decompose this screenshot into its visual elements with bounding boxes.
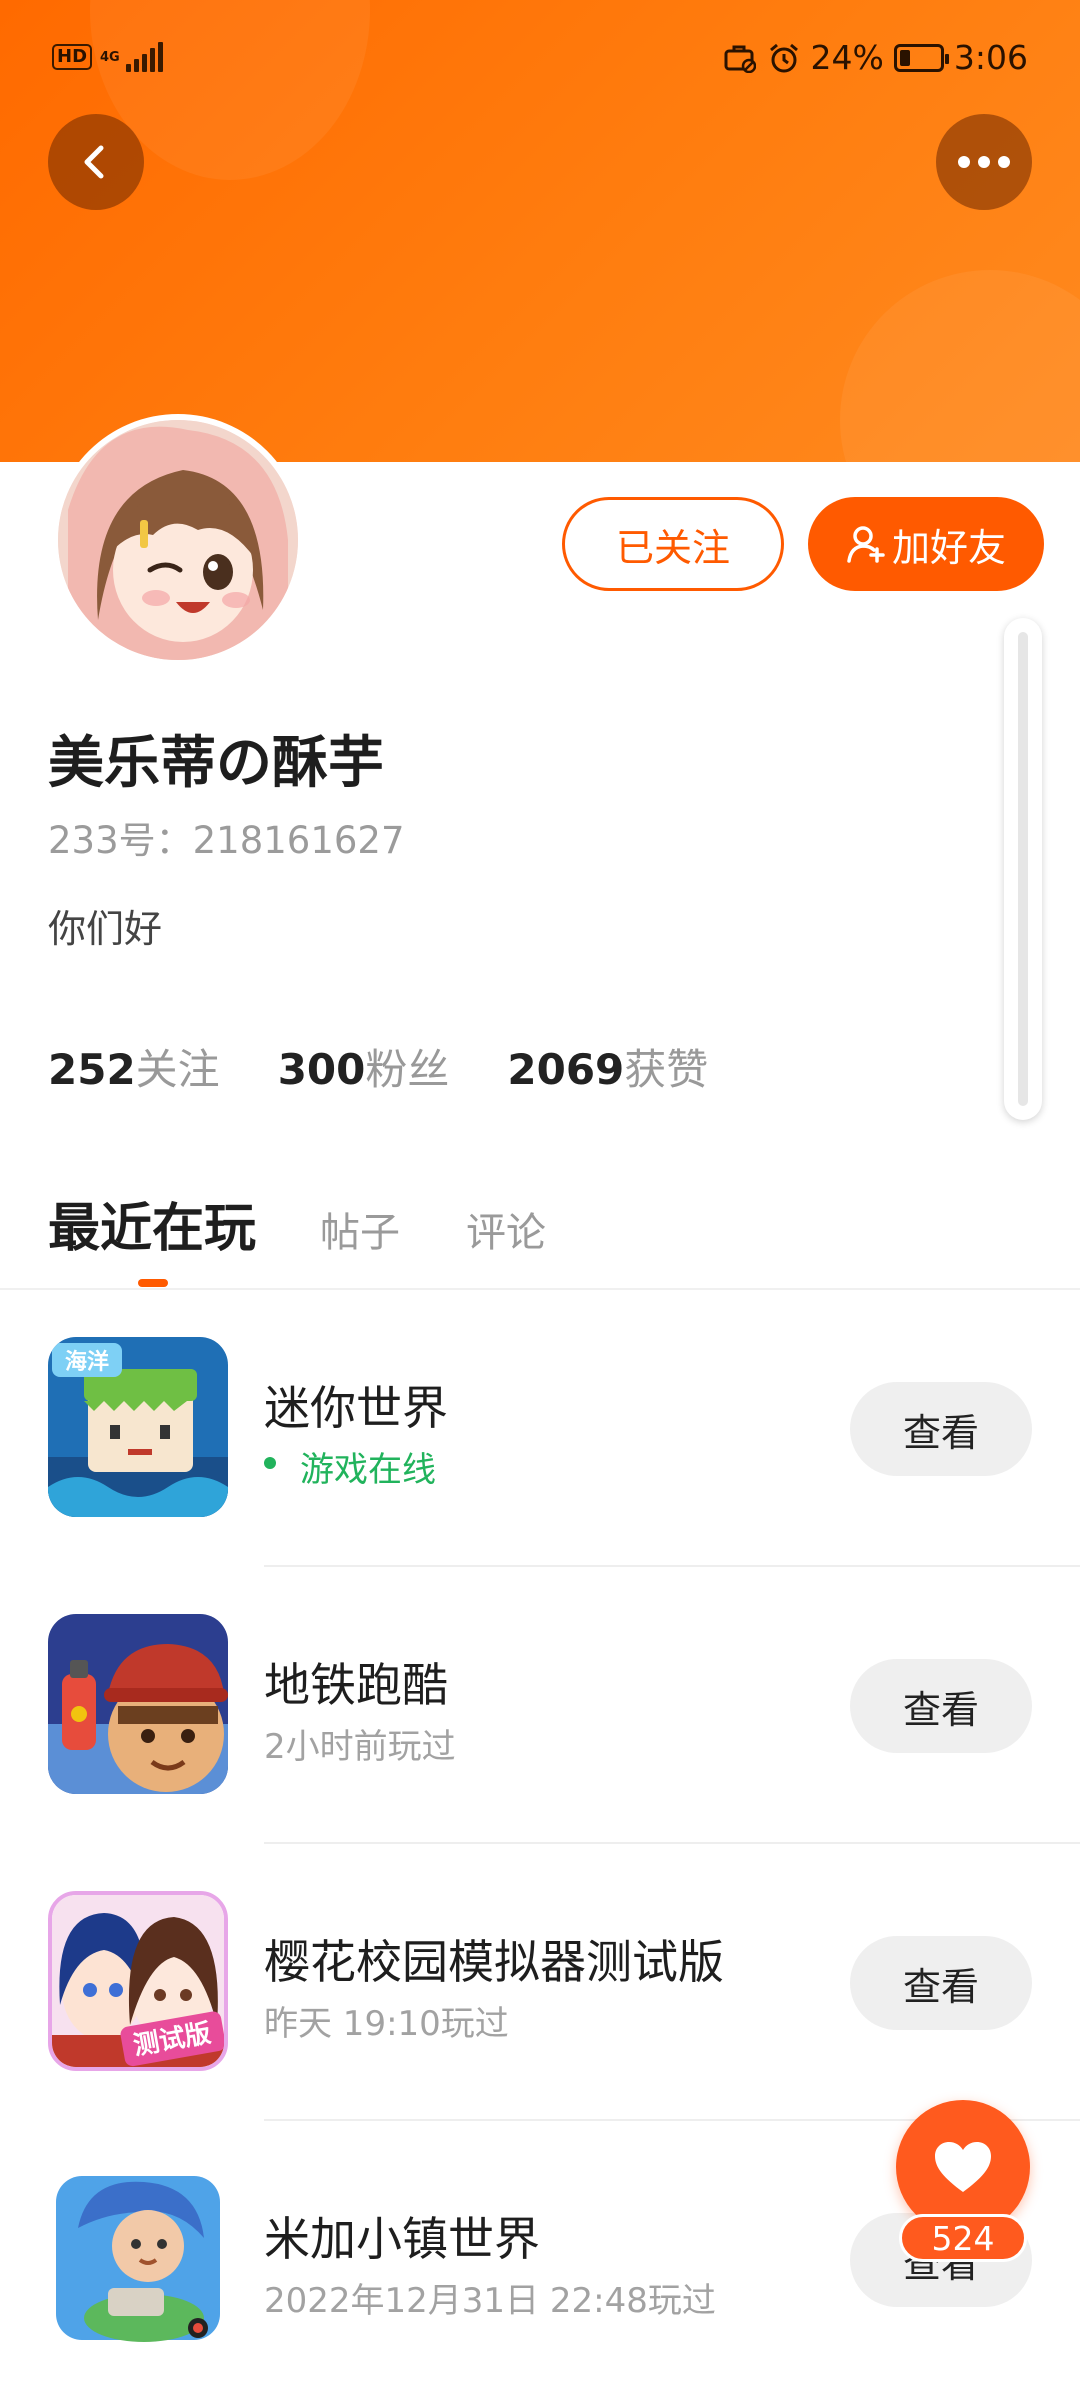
- heart-icon: [935, 2142, 991, 2192]
- stat-fans[interactable]: 300粉丝: [278, 1036, 450, 1097]
- user-id: 233号：218161627: [48, 819, 405, 862]
- header-decoration: [840, 270, 1080, 462]
- game-icon-miga-town: [48, 2168, 228, 2348]
- tab-recently-played[interactable]: 最近在玩: [48, 1186, 256, 1261]
- stat-value: 300: [277, 1045, 366, 1094]
- game-name: 米加小镇世界: [264, 2212, 540, 2266]
- game-icon-mini-world: 海洋: [48, 1337, 228, 1517]
- stat-label: 关注: [135, 1045, 220, 1094]
- stats-row: 252关注 300粉丝 2069获赞: [48, 1036, 708, 1097]
- clock: 3:06: [953, 38, 1028, 77]
- profile-tabs: 最近在玩 帖子 评论: [48, 1186, 546, 1261]
- network-type: 4G: [100, 49, 120, 65]
- status-bar: HD 4G 24% 3:06: [0, 0, 1080, 120]
- avatar-image: [58, 420, 298, 660]
- list-item[interactable]: 地铁跑酷 2小时前玩过 查看: [0, 1567, 1080, 1844]
- alarm-icon: [767, 41, 801, 75]
- add-friend-label: 加好友: [891, 525, 1006, 570]
- svg-text:海洋: 海洋: [65, 1349, 109, 1375]
- stat-value: 2069: [507, 1045, 625, 1094]
- view-button[interactable]: 查看: [850, 1659, 1032, 1753]
- stat-label: 获赞: [624, 1045, 709, 1094]
- view-button[interactable]: 查看: [850, 1382, 1032, 1476]
- status-bar-left: HD 4G: [52, 42, 163, 72]
- bio: 你们好: [48, 907, 163, 951]
- back-arrow-icon: [84, 145, 104, 179]
- like-count: 524: [899, 2214, 1027, 2262]
- add-friend-button[interactable]: 加好友: [808, 497, 1044, 591]
- scrollbar-thumb[interactable]: [1018, 632, 1028, 1106]
- signal-icon: [125, 42, 163, 72]
- game-status-text: 游戏在线: [300, 1450, 436, 1490]
- hd-badge: HD: [52, 44, 93, 70]
- stat-likes[interactable]: 2069获赞: [507, 1036, 708, 1097]
- game-status: 昨天 19:10玩过: [264, 2004, 509, 2044]
- game-icon-subway-surfers: [48, 1614, 228, 1794]
- nickname: 美乐蒂の酥芋: [48, 731, 384, 796]
- battery-percent: 24%: [810, 38, 884, 77]
- game-status: 游戏在线: [264, 1442, 436, 1491]
- stat-value: 252: [48, 1045, 136, 1094]
- list-item[interactable]: 海洋 迷你世界 游戏在线 查看: [0, 1290, 1080, 1567]
- stat-following[interactable]: 252关注: [48, 1036, 220, 1097]
- list-item[interactable]: 测试版 樱花校园模拟器测试版 昨天 19:10玩过 查看: [0, 1844, 1080, 2121]
- game-name: 樱花校园模拟器测试版: [264, 1935, 724, 1989]
- briefcase-off-icon: [723, 41, 757, 75]
- more-button[interactable]: [936, 114, 1032, 210]
- avatar[interactable]: [52, 414, 304, 666]
- add-user-icon: [847, 526, 885, 563]
- active-tab-indicator: [138, 1279, 168, 1287]
- status-bar-right: 24% 3:06: [723, 38, 1028, 77]
- game-icon-sakura-school: 测试版: [48, 1891, 228, 2071]
- game-name: 地铁跑酷: [264, 1658, 448, 1712]
- game-status: 2022年12月31日 22:48玩过: [264, 2281, 716, 2321]
- scrollbar[interactable]: [1004, 618, 1042, 1120]
- view-button[interactable]: 查看: [850, 1936, 1032, 2030]
- game-status: 2小时前玩过: [264, 1727, 456, 1767]
- more-icon: [958, 156, 1010, 168]
- back-button[interactable]: [48, 114, 144, 210]
- stat-label: 粉丝: [365, 1045, 450, 1094]
- followed-button[interactable]: 已关注: [562, 497, 784, 591]
- online-dot: [264, 1457, 276, 1469]
- tab-posts[interactable]: 帖子: [320, 1200, 400, 1258]
- tab-comments[interactable]: 评论: [466, 1200, 546, 1258]
- battery-saver-icon: [893, 43, 949, 72]
- game-name: 迷你世界: [264, 1381, 448, 1435]
